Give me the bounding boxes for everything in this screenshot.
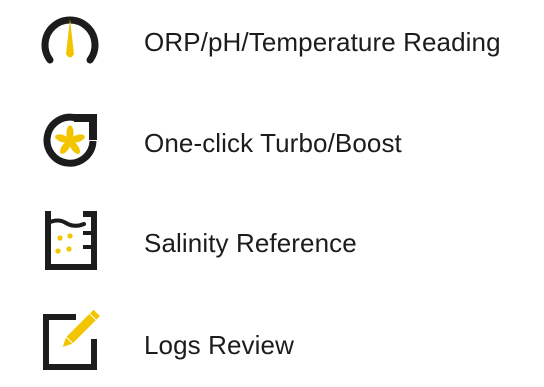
feature-item-logs: Logs Review: [0, 307, 544, 387]
feature-label-turbo: One-click Turbo/Boost: [144, 128, 402, 158]
gauge-icon: [36, 4, 104, 72]
edit-log-icon: [36, 307, 104, 375]
feature-item-salinity: Salinity Reference: [0, 205, 544, 285]
turbo-fan-icon: [36, 105, 104, 173]
feature-label-salinity: Salinity Reference: [144, 228, 357, 258]
feature-list: ORP/pH/Temperature Reading One-click Tur…: [0, 0, 544, 377]
feature-item-readings: ORP/pH/Temperature Reading: [0, 4, 544, 84]
salinity-beaker-icon: [36, 205, 104, 273]
feature-label-readings: ORP/pH/Temperature Reading: [144, 27, 501, 57]
feature-label-logs: Logs Review: [144, 330, 294, 360]
feature-item-turbo: One-click Turbo/Boost: [0, 105, 544, 185]
